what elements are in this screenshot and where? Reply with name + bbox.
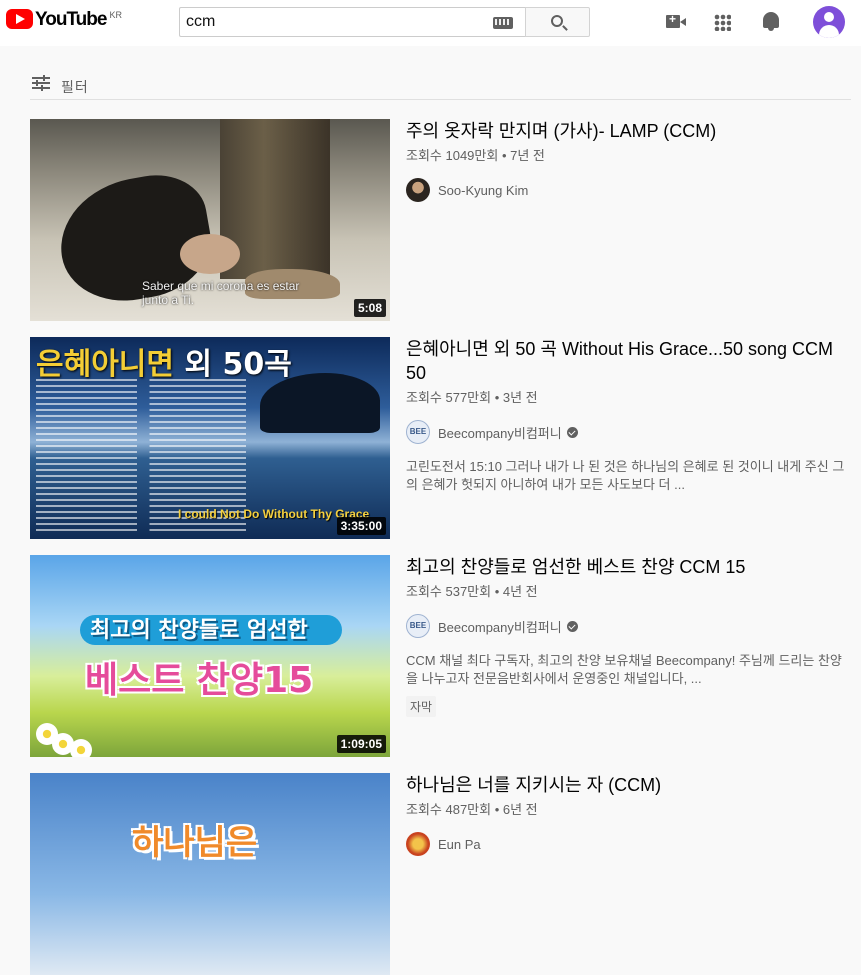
youtube-play-icon	[6, 9, 33, 29]
video-thumbnail[interactable]: 은혜아니면 외 50곡 I could Not Do Without Thy G…	[30, 337, 390, 539]
filter-sliders-icon[interactable]	[32, 75, 50, 91]
video-meta: 조회수 487만회 • 6년 전	[406, 802, 538, 817]
channel-row[interactable]: BEE Beecompany비컴퍼니	[406, 614, 852, 638]
filter-bar: 필터	[30, 70, 851, 100]
logo-text: YouTube	[35, 9, 107, 30]
filter-button[interactable]: 필터	[61, 77, 89, 97]
masthead: YouTube KR	[0, 0, 861, 46]
video-result[interactable]: Saber que mi corona es estar junto a Ti.…	[30, 119, 855, 321]
thumbnail-title: 베스트 찬양15	[85, 660, 314, 701]
channel-avatar[interactable]	[406, 832, 430, 856]
channel-name[interactable]: Beecompany비컴퍼니	[438, 423, 562, 442]
channel-row[interactable]: Soo-Kyung Kim	[406, 178, 852, 202]
video-meta: 조회수 537만회 • 4년 전	[406, 584, 538, 599]
notifications-bell-icon[interactable]	[763, 12, 779, 31]
apps-grid-icon[interactable]	[714, 14, 731, 31]
video-meta: 조회수 1049만회 • 7년 전	[406, 148, 545, 163]
duration-badge: 1:09:05	[336, 735, 386, 753]
duration-badge: 5:08	[353, 299, 386, 317]
video-thumbnail[interactable]: 하나님은	[30, 773, 390, 975]
video-description: 고린도전서 15:10 그러나 내가 나 된 것은 하나님의 은혜로 된 것이니…	[406, 459, 845, 492]
video-info: 하나님은 너를 지키시는 자 (CCM) 조회수 487만회 • 6년 전 Eu…	[406, 773, 852, 856]
search-button[interactable]	[525, 7, 590, 37]
logo-region: KR	[109, 10, 122, 20]
thumbnail-caption: Saber que mi corona es estar junto a Ti.	[142, 279, 300, 307]
video-title[interactable]: 최고의 찬양들로 엄선한 베스트 찬양 CCM 15	[406, 555, 852, 579]
video-meta: 조회수 577만회 • 3년 전	[406, 390, 538, 405]
video-thumbnail[interactable]: Saber que mi corona es estar junto a Ti.…	[30, 119, 390, 321]
thumbnail-title: 하나님은	[132, 823, 258, 863]
channel-name[interactable]: Beecompany비컴퍼니	[438, 617, 562, 636]
thumbnail-title: 은혜아니면 외 50곡	[36, 347, 292, 382]
video-title[interactable]: 주의 옷자락 만지며 (가사)- LAMP (CCM)	[406, 119, 852, 143]
search-input[interactable]	[186, 13, 486, 31]
video-title[interactable]: 은혜아니면 외 50 곡 Without His Grace...50 song…	[406, 337, 852, 385]
duration-badge: 3:35:00	[336, 517, 386, 535]
create-video-icon[interactable]	[666, 12, 686, 28]
channel-avatar[interactable]: BEE	[406, 420, 430, 444]
channel-name[interactable]: Eun Pa	[438, 837, 481, 852]
channel-avatar[interactable]: BEE	[406, 614, 430, 638]
video-title[interactable]: 하나님은 너를 지키시는 자 (CCM)	[406, 773, 852, 797]
account-avatar[interactable]	[813, 6, 845, 38]
channel-row[interactable]: BEE Beecompany비컴퍼니	[406, 420, 852, 444]
verified-badge-icon	[566, 426, 578, 438]
video-description: CCM 채널 최다 구독자, 최고의 찬양 보유채널 Beecompany! 주…	[406, 653, 842, 686]
keyboard-icon[interactable]	[493, 17, 513, 29]
channel-name[interactable]: Soo-Kyung Kim	[438, 183, 528, 198]
subtitles-badge: 자막	[406, 696, 437, 717]
thumbnail-banner: 최고의 찬양들로 엄선한	[90, 618, 308, 643]
video-result[interactable]: 최고의 찬양들로 엄선한 베스트 찬양15 1:09:05 최고의 찬양들로 엄…	[30, 555, 855, 757]
video-info: 최고의 찬양들로 엄선한 베스트 찬양 CCM 15 조회수 537만회 • 4…	[406, 555, 852, 717]
channel-avatar[interactable]	[406, 178, 430, 202]
video-result[interactable]: 하나님은 하나님은 너를 지키시는 자 (CCM) 조회수 487만회 • 6년…	[30, 773, 855, 975]
video-result[interactable]: 은혜아니면 외 50곡 I could Not Do Without Thy G…	[30, 337, 855, 539]
search-box[interactable]	[179, 7, 525, 37]
youtube-logo[interactable]: YouTube KR	[6, 9, 122, 31]
search-results-page: 필터 Saber que mi corona es estar junto a …	[6, 50, 861, 975]
channel-row[interactable]: Eun Pa	[406, 832, 852, 856]
search-icon	[551, 15, 563, 27]
video-info: 은혜아니면 외 50 곡 Without His Grace...50 song…	[406, 337, 852, 494]
verified-badge-icon	[566, 620, 578, 632]
video-thumbnail[interactable]: 최고의 찬양들로 엄선한 베스트 찬양15 1:09:05	[30, 555, 390, 757]
video-info: 주의 옷자락 만지며 (가사)- LAMP (CCM) 조회수 1049만회 •…	[406, 119, 852, 202]
